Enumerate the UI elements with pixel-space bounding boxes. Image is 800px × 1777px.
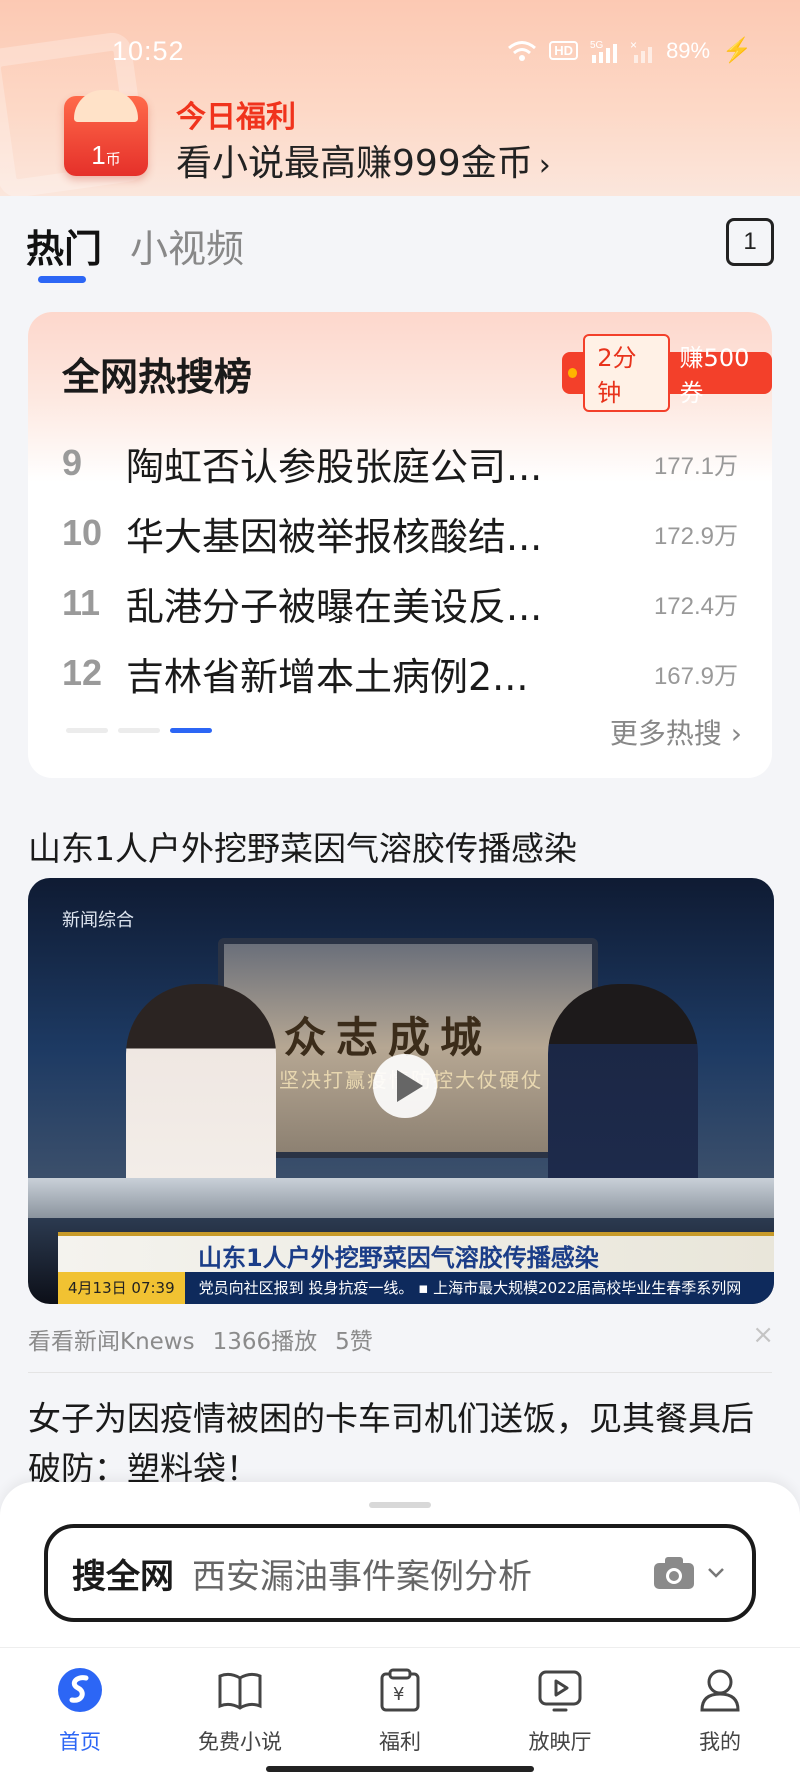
drag-handle[interactable]	[369, 1502, 431, 1508]
search-sheet: 搜全网 西安漏油事件案例分析	[0, 1482, 800, 1647]
hot-heat: 172.9万	[653, 522, 738, 550]
user-icon	[700, 1669, 740, 1712]
chevron-right-icon: ›	[538, 148, 551, 183]
hot-text: 吉林省新增本土病例2...	[126, 654, 529, 699]
nav-home[interactable]: 首页	[0, 1666, 160, 1756]
news-title[interactable]: 山东1人户外挖野菜因气溶胶传播感染	[28, 822, 577, 870]
chevron-down-icon[interactable]	[706, 1563, 726, 1583]
news-meta: 看看新闻Knews 1366播放 5赞	[28, 1322, 373, 1356]
svg-text:¥: ¥	[393, 1684, 404, 1705]
play-button-icon[interactable]	[373, 1054, 437, 1118]
tab-hot[interactable]: 热门	[26, 218, 102, 273]
hot-search-item[interactable]: 12 吉林省新增本土病例2... 167.9万	[62, 638, 738, 708]
reward-time: 2分钟	[583, 334, 670, 412]
status-bar: 10:52 HD 5G × 89% ⚡	[0, 0, 800, 104]
hot-search-item[interactable]: 11 乱港分子被曝在美设反... 172.4万	[62, 568, 738, 638]
divider	[28, 1372, 772, 1373]
video-ticker: 4月13日 07:39 党员向社区报到 投身抗疫一线。 ▪ 上海市最大规模2022…	[58, 1272, 774, 1304]
hot-search-card: 全网热搜榜 2分钟 赚500券 9 陶虹否认参股张庭公司... 177.1万 1…	[28, 312, 772, 778]
channel-logo: 新闻综合	[62, 910, 134, 931]
book-icon	[218, 1672, 262, 1710]
hot-rank: 10	[62, 512, 103, 553]
hot-search-title: 全网热搜榜	[62, 355, 253, 399]
welfare-title: 今日福利	[176, 100, 296, 135]
video-caption: 山东1人户外挖野菜因气溶胶传播感染	[58, 1232, 774, 1272]
tab-short-video[interactable]: 小视频	[130, 218, 244, 273]
carousel-pager	[66, 728, 212, 733]
chevron-right-icon: ›	[730, 717, 742, 750]
active-tab-indicator	[38, 276, 86, 283]
home-indicator[interactable]	[266, 1766, 534, 1772]
hot-search-list: 9 陶虹否认参股张庭公司... 177.1万 10 华大基因被举报核酸结... …	[62, 428, 738, 708]
hot-heat: 177.1万	[653, 452, 738, 480]
hot-text: 华大基因被举报核酸结...	[126, 514, 543, 559]
status-icons: HD 5G × 89% ⚡	[507, 36, 752, 65]
feed-tabs: 热门 小视频 1	[0, 196, 800, 292]
hot-rank: 9	[62, 442, 83, 483]
welfare-banner[interactable]: 10:52 HD 5G × 89% ⚡ 1币 今日福利 看小说最高赚999金币 …	[0, 0, 800, 196]
hd-badge: HD	[549, 41, 579, 60]
pager-dot	[118, 728, 160, 733]
nav-mine[interactable]: 我的	[640, 1666, 800, 1756]
search-label: 搜全网	[72, 1556, 174, 1597]
video-player[interactable]: 新闻综合 众志成城 坚决打赢疫情防控大仗硬仗 山东1人户外挖野菜因气溶胶传播感染…	[28, 878, 774, 1304]
tab-count-button[interactable]: 1	[726, 218, 774, 266]
home-logo-icon	[58, 1668, 102, 1712]
battery-level: 89%	[666, 37, 711, 63]
news-source: 看看新闻Knews	[28, 1329, 195, 1355]
pager-dot	[66, 728, 108, 733]
hot-text: 陶虹否认参股张庭公司...	[126, 444, 543, 489]
hot-rank: 11	[62, 582, 101, 623]
status-time: 10:52	[112, 36, 185, 66]
hot-search-item[interactable]: 9 陶虹否认参股张庭公司... 177.1万	[62, 428, 738, 498]
close-icon[interactable]: ×	[752, 1320, 774, 1350]
hot-search-item[interactable]: 10 华大基因被举报核酸结... 172.9万	[62, 498, 738, 568]
news-desk	[28, 1178, 774, 1218]
hot-text: 乱港分子被曝在美设反...	[126, 584, 543, 629]
welfare-icon: ¥	[380, 1668, 420, 1712]
hot-rank: 12	[62, 652, 103, 693]
play-icon	[538, 1670, 582, 1712]
hot-heat: 167.9万	[653, 662, 738, 690]
nav-theater[interactable]: 放映厅	[480, 1666, 640, 1756]
camera-icon[interactable]	[652, 1556, 696, 1590]
news-title[interactable]: 女子为因疫情被困的卡车司机们送饭，见其餐具后破防：塑料袋！	[28, 1394, 768, 1494]
news-likes: 5赞	[335, 1329, 373, 1355]
signal-icon: 5G	[590, 40, 618, 63]
reward-text: 赚500券	[679, 344, 750, 407]
welfare-subtitle[interactable]: 看小说最高赚999金币 ›	[176, 134, 551, 186]
nav-welfare[interactable]: ¥ 福利	[320, 1666, 480, 1756]
wifi-icon	[508, 40, 537, 61]
bottom-nav: 首页 免费小说 ¥ 福利 放映厅 我的	[0, 1647, 800, 1777]
hot-heat: 172.4万	[653, 592, 738, 620]
search-query: 西安漏油事件案例分析	[192, 1556, 532, 1597]
nav-free-novel[interactable]: 免费小说	[160, 1666, 320, 1756]
coin-icon: 1币	[64, 90, 148, 176]
charging-icon: ⚡	[722, 37, 752, 64]
reward-tag[interactable]: 2分钟 赚500券	[562, 334, 772, 412]
svg-text:×: ×	[630, 39, 637, 52]
no-signal-icon: ×	[630, 39, 653, 63]
search-input[interactable]: 搜全网 西安漏油事件案例分析	[44, 1524, 756, 1622]
pager-dot-active	[170, 728, 212, 733]
svg-text:5G: 5G	[590, 40, 604, 51]
more-hot-search-link[interactable]: 更多热搜 ›	[610, 712, 742, 752]
news-plays: 1366播放	[212, 1329, 318, 1355]
